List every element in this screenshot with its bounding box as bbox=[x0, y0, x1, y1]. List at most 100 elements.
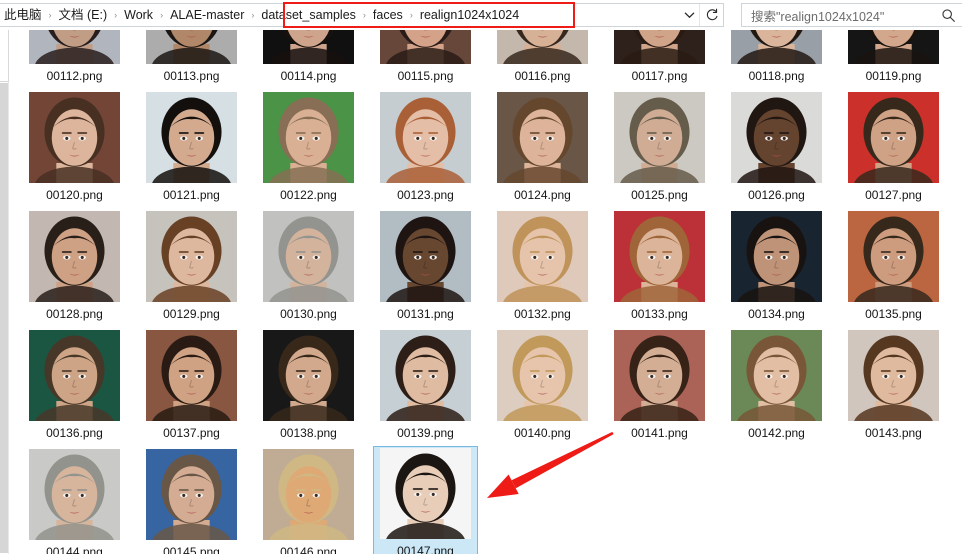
file-item[interactable]: 00126.png bbox=[724, 89, 829, 205]
thumbnail-image[interactable] bbox=[848, 30, 939, 64]
file-item[interactable]: 00125.png bbox=[607, 89, 712, 205]
file-name-label: 00143.png bbox=[865, 426, 922, 440]
thumbnail-image[interactable] bbox=[263, 330, 354, 421]
file-item[interactable]: 00129.png bbox=[139, 208, 244, 324]
thumbnail-image[interactable] bbox=[380, 30, 471, 64]
breadcrumb-separator: › bbox=[251, 10, 255, 20]
scrollbar-thumb[interactable] bbox=[0, 83, 8, 553]
file-item[interactable]: 00133.png bbox=[607, 208, 712, 324]
thumbnail-image[interactable] bbox=[731, 330, 822, 421]
file-item[interactable]: 00138.png bbox=[256, 327, 361, 443]
file-item-selected[interactable]: 00147.png bbox=[373, 446, 478, 554]
thumbnail-image[interactable] bbox=[497, 30, 588, 64]
thumbnail-image[interactable] bbox=[380, 448, 471, 539]
nav-pane-splitter[interactable] bbox=[0, 30, 9, 554]
thumbnail-image[interactable] bbox=[146, 330, 237, 421]
thumbnail-image[interactable] bbox=[614, 211, 705, 302]
file-item[interactable]: 00122.png bbox=[256, 89, 361, 205]
breadcrumb-item[interactable]: realign1024x1024 bbox=[416, 4, 523, 26]
file-item[interactable]: 00131.png bbox=[373, 208, 478, 324]
thumbnail-image[interactable] bbox=[497, 330, 588, 421]
file-name-label: 00122.png bbox=[280, 188, 337, 202]
breadcrumb-item[interactable]: faces bbox=[369, 4, 407, 26]
breadcrumb-item[interactable]: ALAE-master bbox=[166, 4, 248, 26]
file-item[interactable]: 00119.png bbox=[841, 30, 946, 86]
file-item[interactable]: 00139.png bbox=[373, 327, 478, 443]
file-item[interactable]: 00120.png bbox=[22, 89, 127, 205]
file-item[interactable]: 00114.png bbox=[256, 30, 361, 86]
thumbnail-image[interactable] bbox=[29, 30, 120, 64]
file-item[interactable]: 00123.png bbox=[373, 89, 478, 205]
thumbnail-image[interactable] bbox=[146, 92, 237, 183]
thumbnail-image[interactable] bbox=[380, 92, 471, 183]
thumbnail-image[interactable] bbox=[497, 211, 588, 302]
file-item[interactable]: 00132.png bbox=[490, 208, 595, 324]
breadcrumb-separator: › bbox=[362, 10, 366, 20]
thumbnail-image[interactable] bbox=[380, 330, 471, 421]
thumbnail-image[interactable] bbox=[146, 449, 237, 540]
file-item[interactable]: 00134.png bbox=[724, 208, 829, 324]
file-item[interactable]: 00137.png bbox=[139, 327, 244, 443]
breadcrumb[interactable]: 此电脑 › 文档 (E:) › Work › ALAE-master › dataset_sam… bbox=[0, 4, 679, 26]
file-name-label: 00136.png bbox=[46, 426, 103, 440]
search-box[interactable]: 搜索"realign1024x1024" bbox=[741, 3, 962, 27]
thumbnail-image[interactable] bbox=[263, 30, 354, 64]
file-item[interactable]: 00113.png bbox=[139, 30, 244, 86]
file-item[interactable]: 00130.png bbox=[256, 208, 361, 324]
file-item[interactable]: 00112.png bbox=[22, 30, 127, 86]
thumbnail-image[interactable] bbox=[848, 211, 939, 302]
thumbnail-image[interactable] bbox=[263, 92, 354, 183]
file-item[interactable]: 00142.png bbox=[724, 327, 829, 443]
breadcrumb-item[interactable]: Work bbox=[120, 4, 157, 26]
file-item[interactable]: 00116.png bbox=[490, 30, 595, 86]
thumbnail-image[interactable] bbox=[731, 211, 822, 302]
file-item[interactable]: 00124.png bbox=[490, 89, 595, 205]
file-name-label: 00134.png bbox=[748, 307, 805, 321]
file-name-label: 00145.png bbox=[163, 545, 220, 554]
file-item[interactable]: 00128.png bbox=[22, 208, 127, 324]
file-name-label: 00133.png bbox=[631, 307, 688, 321]
file-item[interactable]: 00115.png bbox=[373, 30, 478, 86]
file-grid[interactable]: 00112.png 00113.png 00114.png 00115.png 0011… bbox=[14, 30, 962, 554]
file-item[interactable]: 00144.png bbox=[22, 446, 127, 554]
thumbnail-image[interactable] bbox=[263, 211, 354, 302]
file-name-label: 00142.png bbox=[748, 426, 805, 440]
file-item[interactable]: 00143.png bbox=[841, 327, 946, 443]
thumbnail-image[interactable] bbox=[29, 330, 120, 421]
thumbnail-image[interactable] bbox=[848, 330, 939, 421]
file-item[interactable]: 00121.png bbox=[139, 89, 244, 205]
file-item[interactable]: 00136.png bbox=[22, 327, 127, 443]
thumbnail-image[interactable] bbox=[29, 211, 120, 302]
file-item[interactable]: 00145.png bbox=[139, 446, 244, 554]
file-item[interactable]: 00117.png bbox=[607, 30, 712, 86]
thumbnail-image[interactable] bbox=[263, 449, 354, 540]
thumbnail-image[interactable] bbox=[146, 30, 237, 64]
breadcrumb-item[interactable]: 此电脑 bbox=[0, 4, 46, 26]
breadcrumb-item[interactable]: 文档 (E:) bbox=[55, 4, 112, 26]
breadcrumb-address-box[interactable]: 此电脑 › 文档 (E:) › Work › ALAE-master › dataset_sam… bbox=[0, 3, 724, 27]
chevron-down-icon[interactable] bbox=[679, 4, 699, 26]
search-icon[interactable] bbox=[940, 7, 956, 23]
thumbnail-image[interactable] bbox=[614, 92, 705, 183]
thumbnail-image[interactable] bbox=[731, 92, 822, 183]
file-item[interactable]: 00146.png bbox=[256, 446, 361, 554]
breadcrumb-separator: › bbox=[409, 10, 413, 20]
breadcrumb-item[interactable]: dataset_samples bbox=[257, 4, 360, 26]
thumbnail-image[interactable] bbox=[497, 92, 588, 183]
thumbnail-image[interactable] bbox=[380, 211, 471, 302]
thumbnail-image[interactable] bbox=[731, 30, 822, 64]
file-name-label: 00138.png bbox=[280, 426, 337, 440]
file-item[interactable]: 00118.png bbox=[724, 30, 829, 86]
thumbnail-image[interactable] bbox=[29, 92, 120, 183]
thumbnail-image[interactable] bbox=[614, 330, 705, 421]
thumbnail-image[interactable] bbox=[848, 92, 939, 183]
search-input[interactable]: 搜索"realign1024x1024" bbox=[751, 6, 940, 25]
thumbnail-image[interactable] bbox=[146, 211, 237, 302]
file-item[interactable]: 00140.png bbox=[490, 327, 595, 443]
thumbnail-image[interactable] bbox=[29, 449, 120, 540]
file-item[interactable]: 00141.png bbox=[607, 327, 712, 443]
file-item[interactable]: 00135.png bbox=[841, 208, 946, 324]
refresh-icon[interactable] bbox=[699, 4, 723, 26]
file-item[interactable]: 00127.png bbox=[841, 89, 946, 205]
thumbnail-image[interactable] bbox=[614, 30, 705, 64]
